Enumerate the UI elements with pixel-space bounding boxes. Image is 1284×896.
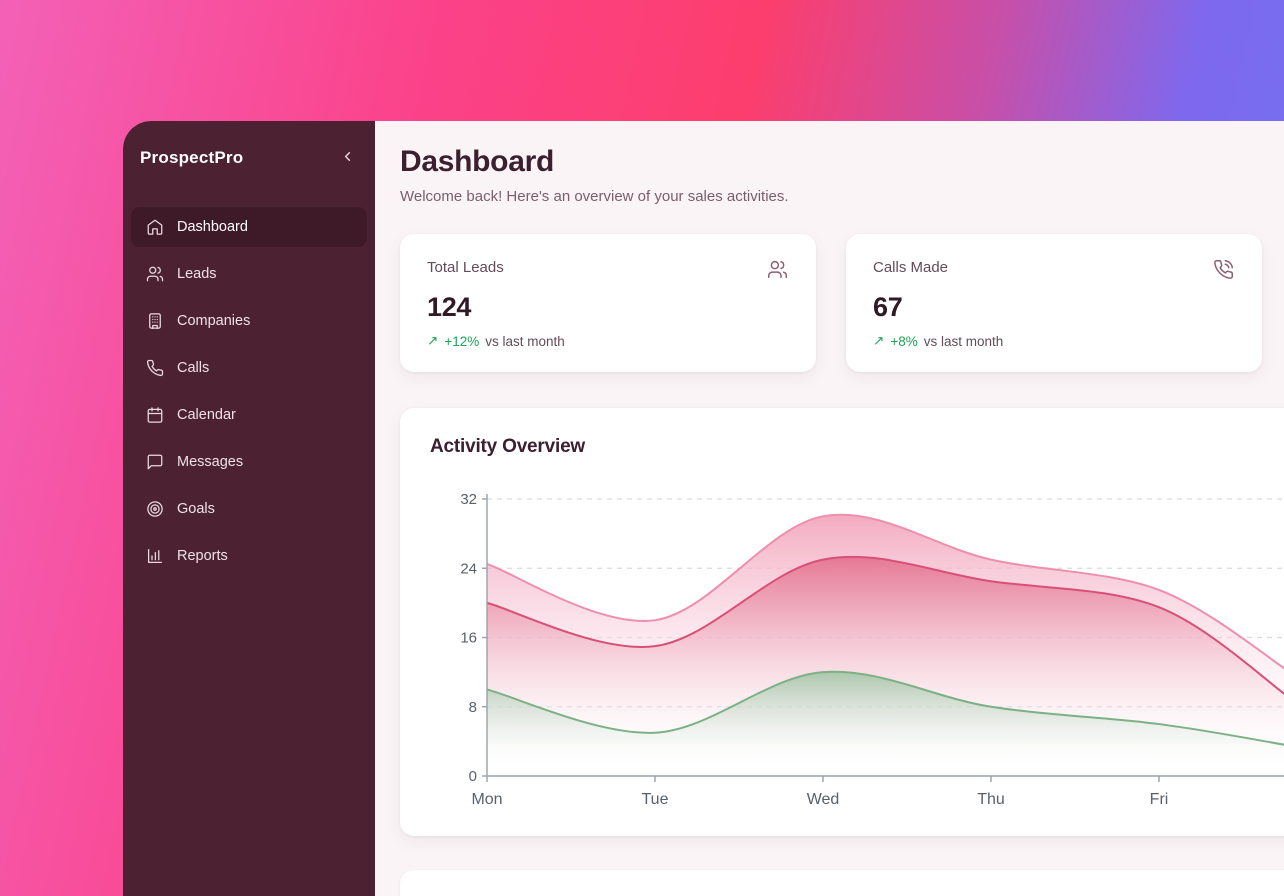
x-axis-labels: Mon Tue Wed Thu Fri [471,776,1168,808]
phone-icon [146,359,164,377]
stat-label: Calls Made [873,259,948,276]
activity-overview-card: Activity Overview 08162432MonTueWedThuFr… [400,408,1284,836]
sidebar-collapse-button[interactable] [338,147,357,169]
sidebar-nav: Dashboard Leads Companies Calls Calendar… [131,207,367,576]
calendar-icon [146,406,164,424]
users-icon [146,265,164,283]
sidebar-item-leads[interactable]: Leads [131,254,367,294]
app-window: ProspectPro Dashboard Leads Companies [123,121,1284,896]
svg-text:Tue: Tue [642,791,669,808]
sidebar-item-reports[interactable]: Reports [131,536,367,576]
svg-text:Mon: Mon [471,791,502,808]
sidebar-item-label: Leads [177,266,217,282]
stat-card-total-leads: Total Leads 124 ↗ +12% vs last month [400,234,816,372]
building-icon [146,312,164,330]
sidebar-item-calls[interactable]: Calls [131,348,367,388]
svg-text:32: 32 [460,491,477,508]
svg-text:8: 8 [469,699,477,716]
sidebar-item-label: Companies [177,313,250,329]
sidebar-item-label: Calendar [177,407,236,423]
svg-text:24: 24 [460,560,477,577]
brand-row: ProspectPro [131,147,367,169]
svg-text:0: 0 [469,768,477,785]
trend-suffix: vs last month [485,334,565,349]
sidebar-item-messages[interactable]: Messages [131,442,367,482]
stats-row: Total Leads 124 ↗ +12% vs last month Cal… [400,234,1284,372]
page-subtitle: Welcome back! Here's an overview of your… [400,186,1284,208]
stat-trend: ↗ +8% vs last month [873,333,1234,349]
svg-text:16: 16 [460,630,477,647]
sidebar: ProspectPro Dashboard Leads Companies [123,121,375,896]
sidebar-item-calendar[interactable]: Calendar [131,395,367,435]
sidebar-item-label: Reports [177,548,228,564]
trend-suffix: vs last month [924,334,1004,349]
chevron-left-icon [340,149,355,167]
page-title: Dashboard [400,144,1284,180]
sidebar-item-label: Dashboard [177,219,248,235]
home-icon [146,218,164,236]
activity-overview-chart: 0 8 16 24 32 Mon Tue Wed Thu Fri [400,408,1284,836]
sidebar-item-label: Goals [177,501,215,517]
stat-label: Total Leads [427,259,504,276]
bar-chart-icon [146,547,164,565]
trend-percent: +12% [444,334,479,349]
trend-percent: +8% [890,334,917,349]
sidebar-item-dashboard[interactable]: Dashboard [131,207,367,247]
message-icon [146,453,164,471]
phone-call-icon [1213,259,1234,285]
svg-text:Thu: Thu [977,791,1005,808]
stat-trend: ↗ +12% vs last month [427,333,788,349]
sidebar-item-goals[interactable]: Goals [131,489,367,529]
trend-up-icon: ↗ [873,333,884,349]
bottom-card-clipped [400,870,1284,896]
target-icon [146,500,164,518]
svg-text:Wed: Wed [807,791,840,808]
sidebar-item-label: Messages [177,454,243,470]
stat-value: 124 [427,292,788,323]
stat-card-calls-made: Calls Made 67 ↗ +8% vs last month [846,234,1262,372]
users-icon [767,259,788,285]
sidebar-item-label: Calls [177,360,209,376]
main-content: Dashboard Welcome back! Here's an overvi… [375,121,1284,896]
trend-up-icon: ↗ [427,333,438,349]
brand-logo: ProspectPro [140,148,243,168]
svg-text:Fri: Fri [1150,791,1169,808]
sidebar-item-companies[interactable]: Companies [131,301,367,341]
stat-value: 67 [873,292,1234,323]
y-axis-labels: 0 8 16 24 32 [460,491,487,785]
